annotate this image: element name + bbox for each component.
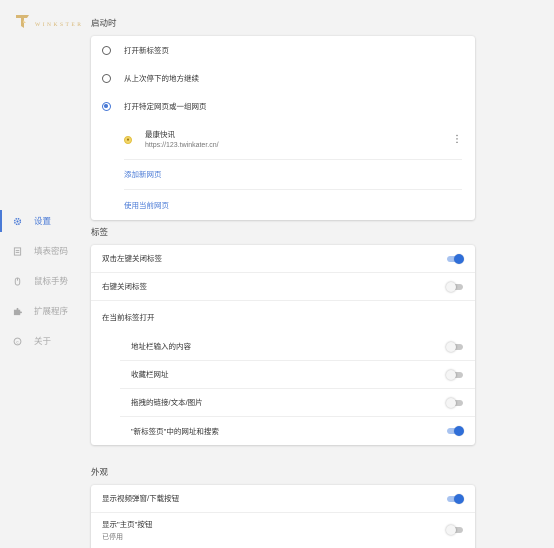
right-click-close-toggle[interactable] [446, 281, 464, 292]
bookmark-bar-url-toggle[interactable] [446, 369, 464, 380]
row-label: 地址栏输入的内容 [131, 342, 191, 351]
site-favicon-icon: ● [124, 135, 132, 144]
puzzle-icon [13, 307, 22, 316]
open-in-current-tab-heading: 在当前标签打开 [102, 312, 155, 322]
dragged-content-toggle[interactable] [446, 397, 464, 408]
startup-page-name: 最康快讯 [145, 129, 175, 139]
row-sublabel: 已停用 [102, 533, 123, 541]
radio-button-checked[interactable] [102, 101, 111, 111]
startup-page-url: https://123.twinkater.cn/ [145, 141, 219, 149]
section-title-startup: 启动时 [91, 18, 117, 28]
row-label: 收藏栏网址 [131, 370, 169, 379]
double-click-close-toggle[interactable] [446, 253, 464, 264]
sidebar-item-label: 扩展程序 [34, 306, 69, 316]
right-click-close-row: 右键关闭标签 [91, 273, 475, 301]
video-download-button-toggle[interactable] [446, 493, 464, 504]
form-icon [13, 246, 22, 256]
svg-text:c: c [16, 339, 19, 344]
gear-icon [13, 217, 22, 226]
bookmark-bar-url-row: 收藏栏网址 [120, 361, 475, 389]
address-bar-input-row: 地址栏输入的内容 [120, 333, 475, 361]
sidebar-item-settings[interactable]: 设置 [0, 206, 80, 236]
sidebar-item-label: 设置 [34, 216, 52, 226]
row-label: 双击左键关闭标签 [102, 254, 162, 263]
sidebar-item-about[interactable]: c 关于 [0, 326, 80, 356]
logo-text: WINKSTER [35, 22, 84, 28]
sidebar: 设置 填表密码 鼠标手势 扩展程序 c 关于 [0, 206, 80, 356]
dragged-content-row: 拖拽的链接/文本/图片 [120, 389, 475, 417]
home-button-toggle[interactable] [446, 525, 464, 535]
video-download-button-row: 显示视频弹窗/下载按钮 [91, 485, 475, 513]
add-page-link[interactable]: 添加新网页 [124, 160, 462, 190]
home-button-row: 显示"主页"按钮 已停用 [91, 513, 475, 547]
appearance-card: 显示视频弹窗/下载按钮 显示"主页"按钮 已停用 [91, 485, 475, 548]
section-title-tabs: 标签 [91, 227, 109, 237]
row-label: 显示"主页"按钮 [102, 519, 153, 529]
startup-card: 打开新标签页 从上次停下的地方继续 打开特定网页或一组网页 ● 最康快讯 htt… [91, 36, 475, 220]
info-icon: c [13, 337, 22, 346]
logo-icon [16, 15, 29, 28]
startup-option-new-tab[interactable]: 打开新标签页 [91, 36, 475, 64]
section-title-appearance: 外观 [91, 467, 109, 477]
new-tab-url-search-row: "新标签页"中的网址和搜索 [120, 417, 475, 445]
brand-logo: WINKSTER [14, 12, 83, 30]
double-click-close-row: 双击左键关闭标签 [91, 245, 475, 273]
sidebar-item-label: 鼠标手势 [34, 276, 69, 286]
radio-button[interactable] [102, 45, 111, 55]
radio-label: 从上次停下的地方继续 [124, 73, 199, 83]
row-label: 显示视频弹窗/下载按钮 [102, 494, 180, 503]
row-label: "新标签页"中的网址和搜索 [131, 426, 219, 436]
sidebar-item-label: 填表密码 [34, 246, 69, 256]
more-options-icon[interactable]: ⋮ [452, 134, 462, 145]
row-label: 右键关闭标签 [102, 282, 147, 291]
radio-button[interactable] [102, 73, 111, 83]
sidebar-item-extensions[interactable]: 扩展程序 [0, 296, 80, 326]
radio-label: 打开新标签页 [124, 45, 169, 55]
address-bar-input-toggle[interactable] [446, 341, 464, 352]
mouse-icon [13, 276, 22, 286]
row-label: 拖拽的链接/文本/图片 [131, 398, 203, 407]
sidebar-item-label: 关于 [34, 336, 52, 346]
startup-page-entry: ● 最康快讯 https://123.twinkater.cn/ ⋮ [124, 120, 462, 160]
startup-option-continue[interactable]: 从上次停下的地方继续 [91, 64, 475, 92]
sidebar-item-form-password[interactable]: 填表密码 [0, 236, 80, 266]
use-current-page-link[interactable]: 使用当前网页 [124, 190, 462, 220]
startup-option-specific-pages[interactable]: 打开特定网页或一组网页 [91, 92, 475, 120]
tabs-card: 双击左键关闭标签 右键关闭标签 在当前标签打开 地址栏输入的内容 收藏栏网址 拖… [91, 245, 475, 445]
sidebar-item-mouse-gesture[interactable]: 鼠标手势 [0, 266, 80, 296]
new-tab-url-search-toggle[interactable] [446, 426, 464, 436]
radio-label: 打开特定网页或一组网页 [124, 101, 207, 111]
